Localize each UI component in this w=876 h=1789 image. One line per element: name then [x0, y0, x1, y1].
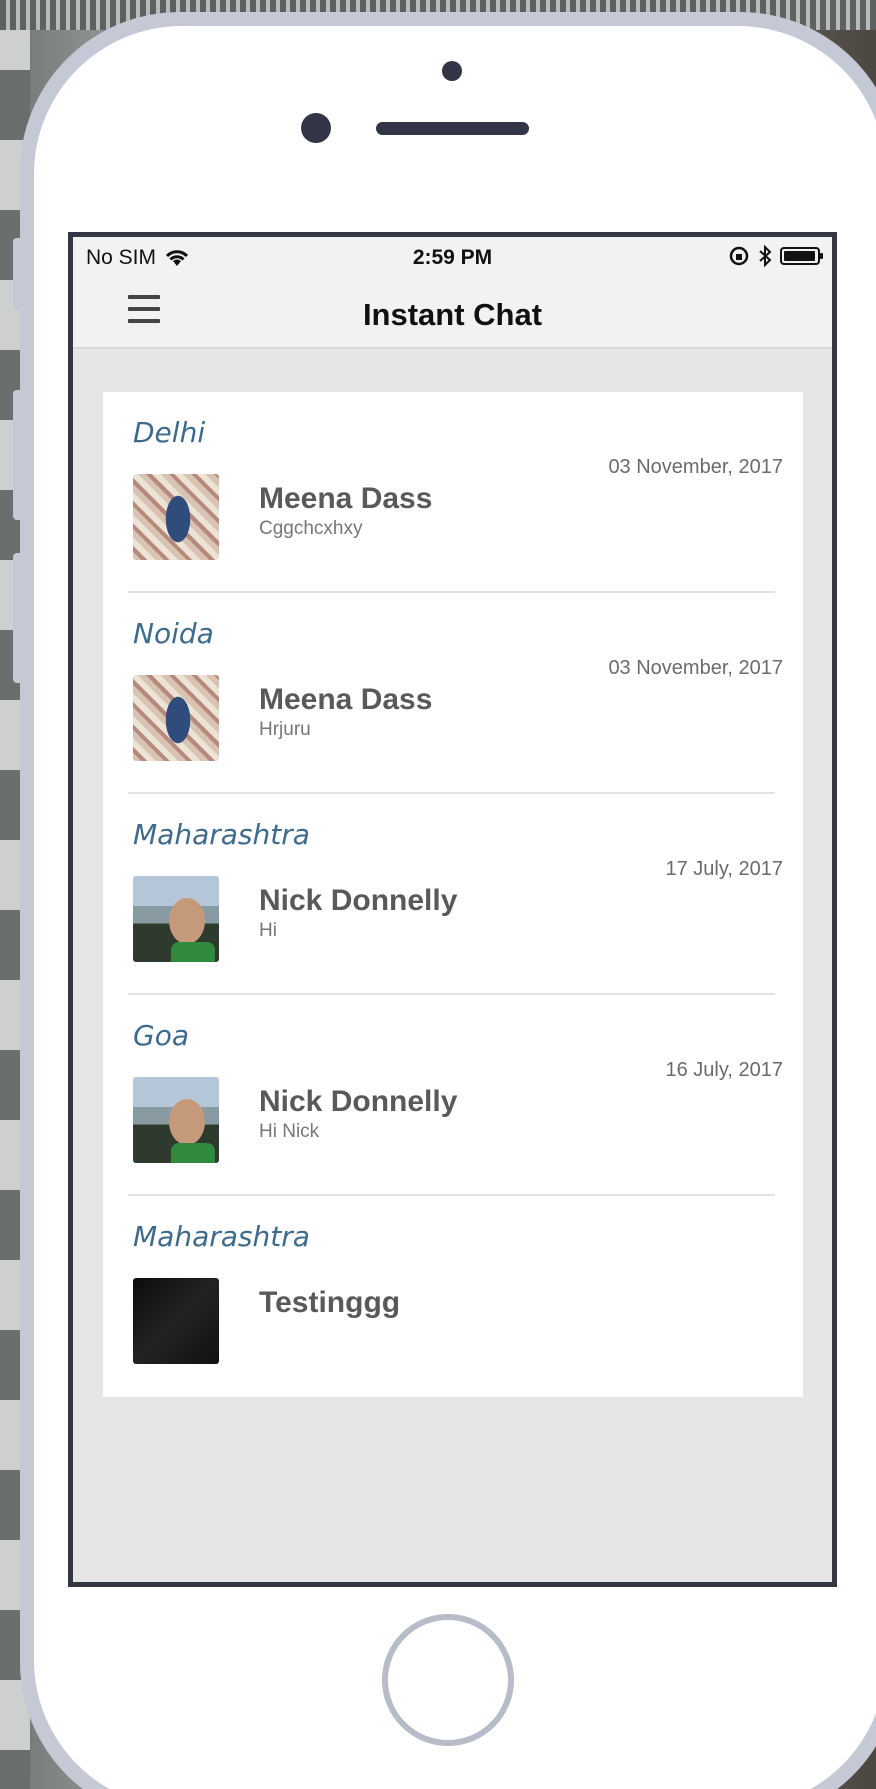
orientation-lock-icon	[729, 246, 749, 266]
avatar	[133, 474, 219, 560]
contact-name: Meena Dass	[259, 482, 433, 515]
chat-date: 17 July, 2017	[665, 858, 784, 880]
navigation-bar: Instant Chat	[73, 277, 832, 349]
chat-row[interactable]: Goa 16 July, 2017 Nick Donnelly Hi Nick	[103, 995, 803, 1196]
avatar	[133, 675, 219, 761]
volume-up-button	[13, 390, 23, 520]
contact-name: Nick Donnelly	[259, 884, 458, 917]
chat-row[interactable]: Maharashtra 17 July, 2017 Nick Donnelly …	[103, 794, 803, 995]
contact-name: Meena Dass	[259, 683, 433, 716]
avatar	[133, 876, 219, 962]
page-title: Instant Chat	[362, 297, 543, 332]
last-message: Hi	[259, 920, 277, 941]
chat-list: Delhi 03 November, 2017 Meena Dass Cggch…	[103, 392, 803, 1397]
status-time: 2:59 PM	[412, 246, 493, 269]
chat-row[interactable]: Noida 03 November, 2017 Meena Dass Hrjur…	[103, 593, 803, 794]
front-camera	[301, 113, 331, 143]
avatar	[133, 1077, 219, 1163]
phone-screen: No SIM 2:59 PM Instant Chat Delhi 03 Nov…	[68, 232, 837, 1587]
chat-date: 03 November, 2017	[608, 657, 783, 679]
contact-name: Testinggg	[259, 1286, 401, 1319]
last-message: Cggchcxhxy	[259, 518, 363, 539]
battery-icon	[780, 247, 823, 265]
chat-location: Delhi	[133, 416, 206, 449]
proximity-sensor	[442, 61, 462, 81]
chat-row[interactable]: Delhi 03 November, 2017 Meena Dass Cggch…	[103, 392, 803, 593]
chat-date: 03 November, 2017	[608, 456, 783, 478]
volume-down-button	[13, 553, 23, 683]
status-icons	[728, 245, 823, 267]
chat-date: 16 July, 2017	[665, 1059, 784, 1081]
last-message: Hrjuru	[259, 719, 311, 740]
chat-location: Goa	[133, 1019, 189, 1052]
chat-location: Noida	[133, 617, 214, 650]
avatar	[133, 1278, 219, 1364]
earpiece-speaker	[376, 122, 529, 135]
home-button[interactable]	[382, 1614, 514, 1746]
chat-row[interactable]: Maharashtra Testinggg	[103, 1196, 803, 1397]
mute-switch	[13, 238, 23, 310]
chat-location: Maharashtra	[133, 1220, 310, 1253]
contact-name: Nick Donnelly	[259, 1085, 458, 1118]
chat-location: Maharashtra	[133, 818, 310, 851]
last-message: Hi Nick	[259, 1121, 320, 1142]
status-bar: No SIM 2:59 PM	[73, 237, 832, 277]
bluetooth-icon	[759, 245, 772, 267]
